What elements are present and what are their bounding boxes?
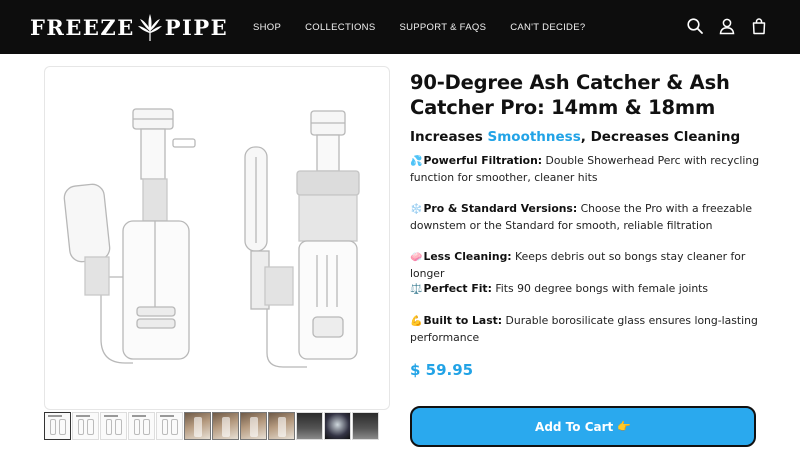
leaf-icon (137, 14, 162, 41)
feature-cleaning: 🧼Less Cleaning: Keeps debris out so bong… (410, 249, 770, 282)
feature-filtration: 💦Powerful Filtration: Double Showerhead … (410, 153, 770, 186)
site-header: FREEZE PIPE SHOP COLLECTIONS SUPPORT & F… (0, 0, 800, 54)
thumbnail-8[interactable] (240, 412, 267, 440)
nav-support-faqs[interactable]: SUPPORT & FAQS (399, 22, 486, 33)
tagline-end: , Decreases Cleaning (580, 129, 741, 145)
feature-label: Built to Last: (423, 314, 503, 327)
product-title: 90-Degree Ash Catcher & Ash Catcher Pro:… (410, 71, 730, 119)
thumbnail-1[interactable] (44, 412, 71, 440)
thumbnail-9[interactable] (268, 412, 295, 440)
feature-label: Pro & Standard Versions: (423, 202, 578, 215)
thumbnail-4[interactable] (128, 412, 155, 440)
nav-cant-decide[interactable]: CAN'T DECIDE? (510, 22, 585, 33)
feature-label: Powerful Filtration: (423, 154, 543, 167)
product-info: 90-Degree Ash Catcher & Ash Catcher Pro:… (410, 70, 770, 145)
search-icon[interactable] (686, 17, 704, 35)
add-to-cart-button[interactable]: Add To Cart 👉 (410, 406, 756, 447)
thumbnail-5[interactable] (156, 412, 183, 440)
product-price: $ 59.95 (410, 361, 474, 379)
logo-text-freeze: FREEZE (30, 14, 135, 40)
scale-icon: ⚖️ (410, 284, 423, 295)
nav-collections[interactable]: COLLECTIONS (305, 22, 375, 33)
thumbnail-7[interactable] (212, 412, 239, 440)
header-actions (686, 17, 768, 35)
bag-icon[interactable] (750, 17, 768, 35)
nav-shop[interactable]: SHOP (253, 22, 281, 33)
droplets-icon: 💦 (410, 156, 423, 167)
tagline-start: Increases (410, 129, 488, 145)
product-tagline: Increases Smoothness, Decreases Cleaning (410, 129, 770, 145)
product-main-image[interactable] (44, 66, 390, 410)
thumbnail-strip (44, 412, 382, 440)
soap-icon: 🧼 (410, 252, 423, 263)
thumbnail-11[interactable] (324, 412, 351, 440)
ash-catcher-illustration (63, 108, 360, 368)
feature-label: Less Cleaning: (423, 250, 512, 263)
thumbnail-3[interactable] (100, 412, 127, 440)
brand-logo[interactable]: FREEZE PIPE (30, 12, 228, 42)
thumbnail-12[interactable] (352, 412, 379, 440)
thumbnail-10[interactable] (296, 412, 323, 440)
main-nav: SHOP COLLECTIONS SUPPORT & FAQS CAN'T DE… (253, 0, 609, 54)
snowflake-icon: ❄️ (410, 204, 423, 215)
thumbnail-2[interactable] (72, 412, 99, 440)
muscle-icon: 💪 (410, 316, 423, 327)
account-icon[interactable] (718, 17, 736, 35)
feature-label: Perfect Fit: (423, 282, 492, 295)
tagline-highlight: Smoothness (487, 129, 581, 145)
feature-fit: ⚖️Perfect Fit: Fits 90 degree bongs with… (410, 281, 770, 298)
feature-durability: 💪Built to Last: Durable borosilicate gla… (410, 313, 770, 346)
feature-text: Fits 90 degree bongs with female joints (491, 282, 709, 295)
logo-text-pipe: PIPE (164, 14, 229, 40)
feature-versions: ❄️Pro & Standard Versions: Choose the Pr… (410, 201, 770, 234)
thumbnail-6[interactable] (184, 412, 211, 440)
pointing-hand-icon: 👉 (617, 420, 631, 433)
add-to-cart-label: Add To Cart (535, 419, 614, 434)
